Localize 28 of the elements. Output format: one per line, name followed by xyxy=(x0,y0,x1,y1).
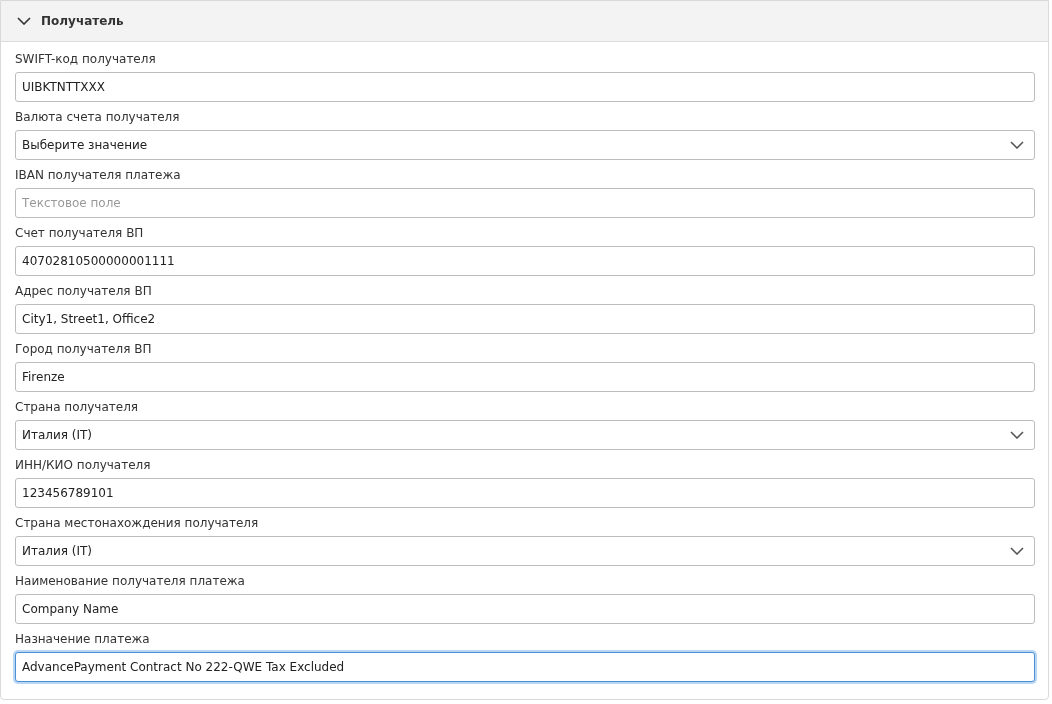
input-field[interactable]: Company Name xyxy=(15,594,1035,624)
field-label: Наименование получателя платежа xyxy=(15,573,245,590)
section-header[interactable]: Получатель xyxy=(1,1,1048,42)
field-label: Город получателя ВП xyxy=(15,341,152,358)
input-field[interactable]: UIBKTNTTXXX xyxy=(15,72,1035,102)
field-label: IBAN получателя платежа xyxy=(15,167,181,184)
field-label: SWIFT-код получателя xyxy=(15,51,156,68)
field-label: Страна местонахождения получателя xyxy=(15,515,259,532)
input-field[interactable]: Текстовое поле xyxy=(15,188,1035,218)
field-label: Адрес получателя ВП xyxy=(15,283,152,300)
input-field[interactable]: Firenze xyxy=(15,362,1035,392)
input-field[interactable]: AdvancePayment Contract No 222-QWE Tax Excluded xyxy=(15,652,1035,682)
input-field[interactable]: 123456789101 xyxy=(15,478,1035,508)
input-field[interactable]: 40702810500000001111 xyxy=(15,246,1035,276)
input-field[interactable]: City1, Street1, Office2 xyxy=(15,304,1035,334)
field-label: Страна получателя xyxy=(15,399,139,416)
select-field[interactable]: Выберите значение xyxy=(15,130,1035,160)
section-title: Получатель xyxy=(41,13,124,30)
field-label: Счет получателя ВП xyxy=(15,225,144,242)
chevron-down-icon xyxy=(17,17,31,25)
select-field[interactable]: Италия (IT) xyxy=(15,420,1035,450)
field-label: ИНН/КИО получателя xyxy=(15,457,151,474)
field-label: Валюта счета получателя xyxy=(15,109,180,126)
chevron-down-icon xyxy=(1010,431,1024,439)
chevron-down-icon xyxy=(1010,141,1024,149)
select-field[interactable]: Италия (IT) xyxy=(15,536,1035,566)
field-label: Назначение платежа xyxy=(15,631,150,648)
chevron-down-icon xyxy=(1010,547,1024,555)
